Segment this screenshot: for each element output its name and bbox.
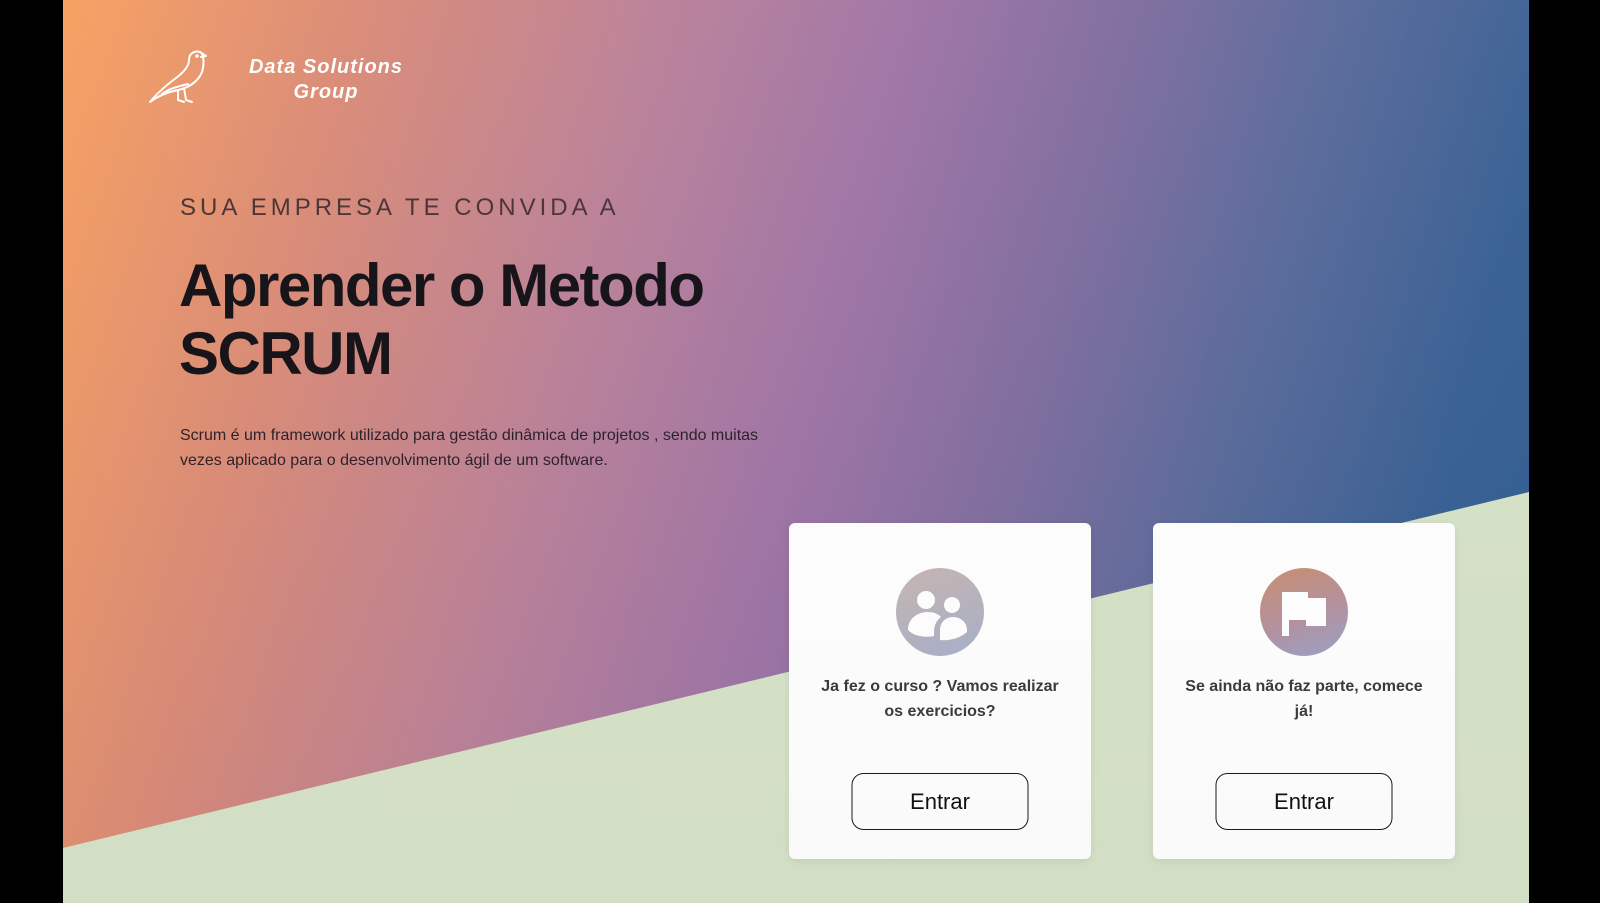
brand-name: Data Solutions Group: [242, 55, 410, 105]
brand-name-line2: Group: [293, 80, 359, 103]
exercises-enter-button[interactable]: Entrar: [851, 773, 1029, 830]
landing-page: Data Solutions Group SUA EMPRESA TE CONV…: [63, 0, 1529, 903]
flag-icon: [1260, 568, 1348, 656]
signup-card: Se ainda não faz parte, comece já! Entra…: [1153, 523, 1455, 859]
brand-name-line1: Data Solutions: [248, 55, 403, 78]
hero-eyebrow: SUA EMPRESA TE CONVIDA A: [180, 194, 620, 221]
hero-title-line2: SCRUM: [179, 320, 393, 387]
exercises-card: Ja fez o curso ? Vamos realizar os exerc…: [789, 523, 1091, 859]
group-users-icon: [896, 568, 984, 656]
letterbox-left: [0, 0, 63, 903]
hero-title: Aprender o Metodo SCRUM: [179, 252, 799, 388]
bird-icon: [148, 48, 210, 111]
signup-enter-button[interactable]: Entrar: [1215, 773, 1393, 830]
letterbox-right: [1529, 0, 1600, 903]
hero-description: Scrum é um framework utilizado para gest…: [180, 427, 759, 469]
signup-card-text: Se ainda não faz parte, comece já!: [1185, 678, 1423, 720]
exercises-card-text: Ja fez o curso ? Vamos realizar os exerc…: [821, 678, 1059, 720]
brand-logo[interactable]: Data Solutions Group: [148, 48, 410, 111]
hero-title-line1: Aprender o Metodo: [179, 252, 705, 319]
